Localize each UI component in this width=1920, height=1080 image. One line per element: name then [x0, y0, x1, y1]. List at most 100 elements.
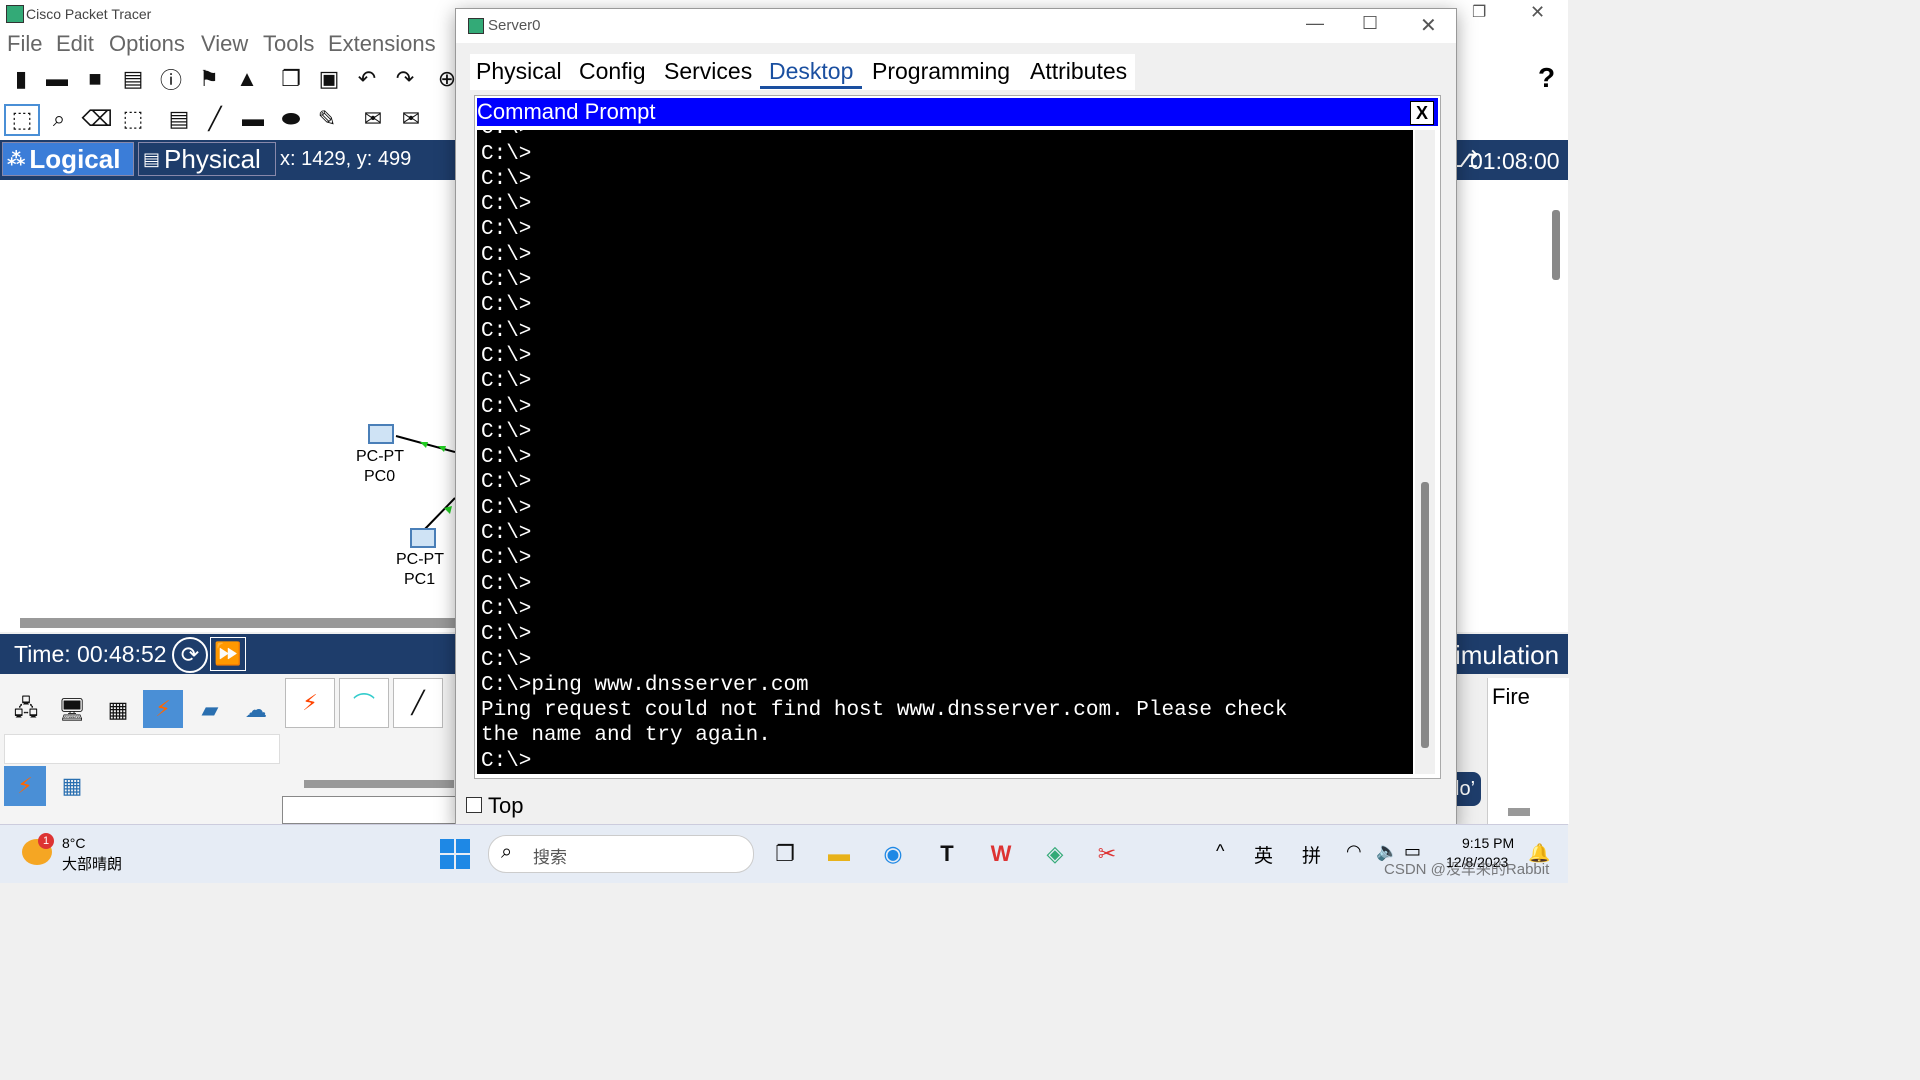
multiuser-cloud-icon[interactable]: ☁ — [236, 692, 276, 728]
close-icon[interactable]: ✕ — [1530, 2, 1545, 23]
inspect-icon[interactable]: ⌕ — [44, 104, 74, 134]
delete-icon[interactable]: ⌫ — [81, 104, 112, 134]
straight-through-cable-icon[interactable]: ╱ — [393, 678, 443, 728]
workspace-clock: 01:08:00 — [1470, 148, 1560, 174]
activity-wizard-icon[interactable]: ▲ — [232, 64, 262, 94]
freeform-icon[interactable]: ✎ — [312, 104, 342, 134]
edge-icon[interactable]: ◉ — [878, 839, 908, 869]
start-icon[interactable] — [440, 839, 470, 869]
network-devices-icon[interactable]: 🖧 — [6, 692, 46, 728]
top-checkbox[interactable] — [466, 797, 482, 813]
weather-description: 大部晴朗 — [62, 856, 123, 873]
tab-desktop[interactable]: Desktop — [769, 58, 853, 85]
top-checkbox-label: Top — [488, 793, 524, 818]
draw-line-icon[interactable]: ╱ — [200, 104, 230, 134]
packet-tracer-taskbar-icon[interactable]: ◈ — [1040, 839, 1070, 869]
open-folder-icon[interactable]: ▬ — [42, 64, 72, 94]
snipping-tool-icon[interactable]: ✂ — [1092, 839, 1122, 869]
draw-ellipse-icon[interactable]: ⬬ — [276, 104, 306, 134]
command-prompt-close-button[interactable]: X — [1410, 101, 1434, 125]
info-icon[interactable]: ⓘ — [156, 64, 186, 94]
connections-icon[interactable]: ⚡ — [143, 690, 183, 728]
pc-icon[interactable] — [368, 424, 394, 444]
tab-physical[interactable]: Physical — [476, 58, 562, 85]
wifi-icon[interactable]: ◠ — [1346, 841, 1362, 862]
draw-rectangle-icon[interactable]: ▬ — [238, 104, 268, 134]
menu-tools[interactable]: Tools — [263, 31, 314, 57]
fire-column-header: Fire — [1492, 684, 1530, 709]
server-tab-bar: Physical Config Services Desktop Program… — [470, 54, 1135, 90]
wps-icon[interactable]: W — [986, 839, 1016, 869]
ime-mode[interactable]: 拼 — [1302, 841, 1321, 868]
windows-taskbar: 1 8°C 大部晴朗 ⌕ 搜索 ❐ ▬ ◉ T W ◈ ✂ ^ 英 拼 ◠ 🔈 … — [0, 824, 1568, 883]
device-palette: 🖧 🖥 ▦ ⚡ ▰ ☁ ⚡ ⌒ ╱ ⚡ ▦ — [0, 674, 457, 824]
paste-icon[interactable]: ▣ — [314, 64, 344, 94]
tab-attributes[interactable]: Attributes — [1030, 58, 1127, 85]
undo-icon[interactable]: ↶ — [352, 64, 382, 94]
tray-overflow-icon[interactable]: ^ — [1216, 841, 1224, 862]
server0-title: Server0 — [488, 17, 541, 34]
menu-edit[interactable]: Edit — [56, 31, 94, 57]
network-wizard-icon[interactable]: ⚑ — [194, 64, 224, 94]
tab-programming[interactable]: Programming — [872, 58, 1010, 85]
simulation-mode-tab[interactable]: imulation — [1455, 640, 1559, 671]
right-scrollbar-thumb[interactable] — [1552, 210, 1560, 280]
console-scrollbar[interactable] — [1415, 130, 1435, 774]
menu-view[interactable]: View — [201, 31, 248, 57]
menu-file[interactable]: File — [7, 31, 42, 57]
end-devices-icon[interactable]: 🖥 — [52, 692, 92, 728]
console-cable-icon[interactable]: ⌒ — [339, 678, 389, 728]
tab-physical[interactable]: ▤ Physical — [138, 142, 276, 176]
search-box[interactable]: ⌕ 搜索 — [488, 835, 754, 873]
tab-services[interactable]: Services — [664, 58, 752, 85]
workspace-horizontal-scrollbar[interactable] — [20, 618, 455, 628]
file-explorer-icon[interactable]: ▬ — [824, 839, 854, 869]
menu-extensions[interactable]: Extensions — [328, 31, 436, 57]
help-icon[interactable]: ? — [1538, 62, 1555, 94]
select-icon[interactable]: ⬚ — [4, 104, 40, 136]
close-icon[interactable]: ✕ — [1420, 13, 1437, 38]
ime-language[interactable]: 英 — [1254, 841, 1273, 868]
simulation-time: Time: 00:48:52 — [14, 641, 167, 667]
misc-icon[interactable]: ▰ — [190, 692, 230, 728]
auto-connection-icon[interactable]: ⚡ — [285, 678, 335, 728]
note-icon[interactable]: ▤ — [164, 104, 194, 134]
device-type-label: PC-PT — [356, 448, 404, 465]
palette-scrollbar[interactable] — [304, 780, 454, 788]
save-icon[interactable]: ■ — [80, 64, 110, 94]
redo-icon[interactable]: ↷ — [390, 64, 420, 94]
grid-icon[interactable]: ▦ — [58, 772, 86, 800]
tab-logical[interactable]: ⁂ Logical — [2, 142, 134, 176]
reset-time-icon[interactable]: ⟳ — [172, 637, 208, 673]
restore-icon[interactable]: ❐ — [1472, 2, 1486, 22]
connections-subtype-icon[interactable]: ⚡ — [4, 766, 46, 806]
weather-temperature: 8°C — [62, 835, 86, 851]
logical-workspace[interactable]: PC-PT PC0 PC-PT PC1 — [0, 180, 455, 632]
add-complex-pdu-icon[interactable]: ✉ — [396, 104, 426, 134]
pc-icon[interactable] — [410, 528, 436, 548]
command-prompt-app: Command Prompt X C:\> C:\> C:\> C:\> C:\… — [474, 95, 1441, 779]
add-simple-pdu-icon[interactable]: ✉ — [358, 104, 388, 134]
minimize-icon[interactable]: — — [1306, 13, 1324, 34]
typora-icon[interactable]: T — [932, 839, 962, 869]
new-file-icon[interactable]: ▮ — [6, 64, 36, 94]
components-icon[interactable]: ▦ — [98, 692, 138, 728]
console-scrollbar-thumb[interactable] — [1421, 482, 1429, 748]
print-icon[interactable]: ▤ — [118, 64, 148, 94]
maximize-icon[interactable]: ☐ — [1362, 13, 1378, 34]
command-prompt-title-bar: Command Prompt X — [477, 98, 1438, 126]
toggle-pdu-list-button[interactable]: lo’ — [1455, 772, 1481, 806]
resize-shape-icon[interactable]: ⬚ — [118, 104, 148, 134]
console-output[interactable]: C:\> C:\> C:\> C:\> C:\> C:\> C:\> C:\> … — [477, 130, 1413, 774]
packet-tracer-logo-icon — [6, 5, 24, 23]
fast-forward-icon[interactable]: ⏩ — [210, 637, 246, 671]
task-view-icon[interactable]: ❐ — [770, 839, 800, 869]
search-icon: ⌕ — [501, 841, 513, 863]
server0-title-bar: Server0 — ☐ ✕ — [456, 9, 1456, 43]
event-list-scrollbar[interactable] — [1508, 808, 1530, 816]
copy-icon[interactable]: ❐ — [276, 64, 306, 94]
menu-options[interactable]: Options — [109, 31, 185, 57]
device-type-label: PC-PT — [396, 551, 444, 568]
link-status-icon — [438, 446, 446, 452]
tab-config[interactable]: Config — [579, 58, 645, 85]
